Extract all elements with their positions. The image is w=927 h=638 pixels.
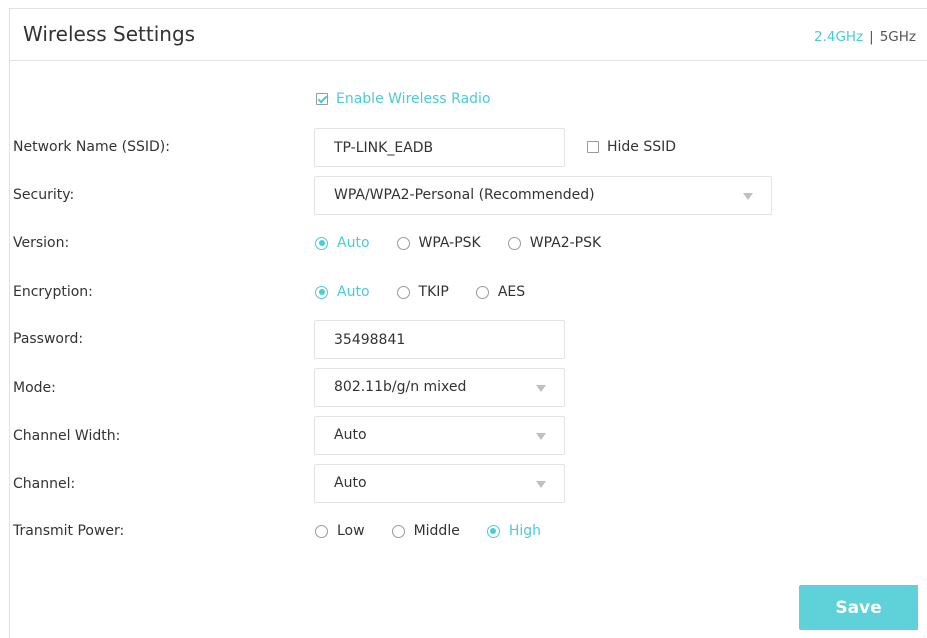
chevron-down-icon (743, 193, 753, 200)
ssid-label: Network Name (SSID): (13, 139, 170, 155)
version-option-label: Auto (337, 235, 370, 251)
password-label: Password: (13, 331, 84, 347)
security-selected-value: WPA/WPA2-Personal (Recommended) (334, 187, 595, 203)
radio-unselected-icon (391, 524, 405, 538)
mode-selected-value: 802.11b/g/n mixed (334, 379, 467, 395)
radio-unselected-icon (396, 285, 410, 299)
chevron-down-icon (536, 385, 546, 392)
security-label: Security: (13, 187, 75, 203)
radio-unselected-icon (475, 285, 489, 299)
channel-selected-value: Auto (334, 475, 367, 491)
version-radio-wpa-psk[interactable]: WPA-PSK (396, 235, 481, 251)
encryption-radio-auto[interactable]: Auto (315, 284, 370, 300)
encryption-radio-tkip[interactable]: TKIP (396, 284, 449, 300)
hide-ssid-checkbox[interactable]: Hide SSID (587, 139, 676, 155)
password-input[interactable] (334, 321, 534, 358)
enable-wireless-radio-checkbox[interactable]: Enable Wireless Radio (316, 91, 491, 107)
panel-header: Wireless Settings 2.4GHz | 5GHz (10, 9, 927, 61)
encryption-radio-aes[interactable]: AES (475, 284, 526, 300)
channel-label: Channel: (13, 476, 76, 492)
radio-unselected-icon (315, 524, 328, 538)
encryption-option-label: AES (497, 284, 526, 300)
ssid-input[interactable] (334, 129, 534, 166)
encryption-radio-group: Auto TKIP AES (315, 284, 552, 300)
chevron-down-icon (536, 433, 546, 440)
channel-select[interactable]: Auto (314, 464, 565, 503)
checkbox-unchecked-icon (587, 141, 599, 153)
ssid-field[interactable] (314, 128, 565, 167)
transmit-power-radio-low[interactable]: Low (315, 523, 365, 539)
version-radio-group: Auto WPA-PSK WPA2-PSK (315, 235, 628, 251)
band-separator: | (869, 29, 874, 45)
channel-width-selected-value: Auto (334, 427, 367, 443)
transmit-power-radio-high[interactable]: High (486, 523, 542, 539)
radio-selected-icon (315, 285, 328, 299)
channel-width-select[interactable]: Auto (314, 416, 565, 455)
encryption-option-label: TKIP (418, 284, 449, 300)
checkbox-checked-icon (316, 93, 328, 105)
hide-ssid-label: Hide SSID (607, 139, 677, 155)
version-radio-wpa2-psk[interactable]: WPA2-PSK (507, 235, 602, 251)
radio-unselected-icon (396, 236, 410, 250)
transmit-power-label: Transmit Power: (13, 523, 125, 539)
band-24ghz-link[interactable]: 2.4GHz (814, 29, 863, 45)
transmit-power-option-label: Low (337, 523, 365, 539)
version-option-label: WPA-PSK (418, 235, 481, 251)
radio-unselected-icon (507, 236, 521, 250)
page-title: Wireless Settings (23, 22, 196, 46)
password-field[interactable] (314, 320, 565, 359)
transmit-power-option-label: Middle (413, 523, 460, 539)
radio-selected-icon (315, 236, 328, 250)
transmit-power-radio-middle[interactable]: Middle (391, 523, 460, 539)
encryption-label: Encryption: (13, 284, 93, 300)
version-radio-auto[interactable]: Auto (315, 235, 370, 251)
enable-wireless-radio-label: Enable Wireless Radio (336, 91, 491, 107)
transmit-power-radio-group: Low Middle High (315, 523, 568, 539)
version-option-label: WPA2-PSK (529, 235, 602, 251)
band-switch: 2.4GHz | 5GHz (814, 29, 916, 45)
save-button[interactable]: Save (799, 585, 918, 630)
chevron-down-icon (536, 481, 546, 488)
channel-width-label: Channel Width: (13, 428, 121, 444)
transmit-power-option-label: High (508, 523, 542, 539)
security-select[interactable]: WPA/WPA2-Personal (Recommended) (314, 176, 772, 215)
radio-selected-icon (486, 524, 500, 538)
version-label: Version: (13, 235, 70, 251)
band-5ghz-link[interactable]: 5GHz (880, 29, 916, 45)
mode-label: Mode: (13, 380, 56, 396)
encryption-option-label: Auto (337, 284, 370, 300)
mode-select[interactable]: 802.11b/g/n mixed (314, 368, 565, 407)
